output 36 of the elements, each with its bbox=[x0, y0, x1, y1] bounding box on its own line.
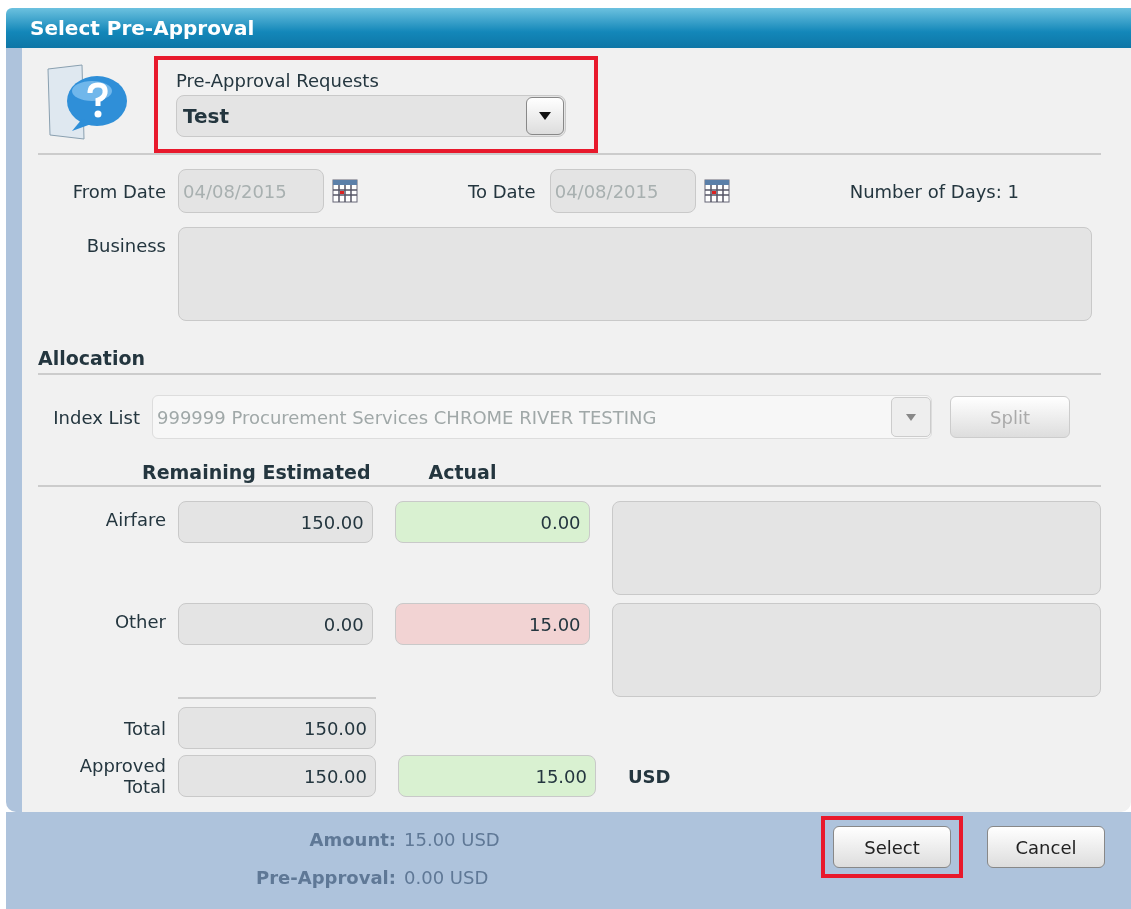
field-label: Business bbox=[85, 234, 167, 258]
amount-field[interactable]: 150.00 bbox=[178, 501, 373, 543]
field-label: Approved Total bbox=[78, 755, 167, 797]
days-count: Number of Days: 1 bbox=[849, 180, 1019, 202]
cancel-button[interactable]: Cancel bbox=[987, 826, 1105, 868]
amount-field[interactable]: 15.00 bbox=[398, 755, 596, 797]
request-dropdown[interactable]: Test bbox=[176, 95, 566, 137]
field-label: Airfare bbox=[104, 508, 167, 530]
amount-field[interactable]: 15.00 bbox=[394, 603, 590, 645]
business-field[interactable] bbox=[178, 227, 1092, 321]
summary-label: Amount: bbox=[308, 828, 396, 850]
dropdown-arrow-icon bbox=[906, 413, 916, 421]
comment-field[interactable] bbox=[611, 603, 1101, 697]
summary-value: 15.00 USD bbox=[404, 828, 500, 850]
section-heading: Allocation bbox=[38, 347, 147, 369]
comment-field[interactable] bbox=[611, 501, 1101, 595]
currency-label: USD bbox=[628, 765, 671, 787]
calendar-icon[interactable] bbox=[332, 179, 358, 203]
field-label: Pre-Approval Requests bbox=[176, 70, 380, 91]
field-label: Total bbox=[122, 717, 167, 739]
field-label: Other bbox=[113, 610, 167, 632]
column-header: Remaining Estimated bbox=[142, 461, 371, 483]
amount-field[interactable]: 150.00 bbox=[178, 707, 376, 749]
column-header: Actual bbox=[428, 461, 497, 483]
select-button[interactable]: Select bbox=[833, 826, 951, 868]
field-label: To Date bbox=[468, 180, 536, 202]
window-title: Select Pre-Approval bbox=[30, 16, 255, 40]
summary-label: Pre-Approval: bbox=[255, 866, 396, 888]
calendar-icon[interactable] bbox=[703, 179, 730, 203]
field-label: From Date bbox=[71, 180, 167, 202]
amount-field[interactable]: 0.00 bbox=[394, 501, 590, 543]
field-label: Index List bbox=[52, 406, 141, 428]
amount-field[interactable]: 0.00 bbox=[178, 603, 373, 645]
summary-value: 0.00 USD bbox=[404, 866, 489, 888]
dropdown-arrow-icon bbox=[539, 112, 551, 120]
amount-field[interactable]: 150.00 bbox=[178, 755, 376, 797]
